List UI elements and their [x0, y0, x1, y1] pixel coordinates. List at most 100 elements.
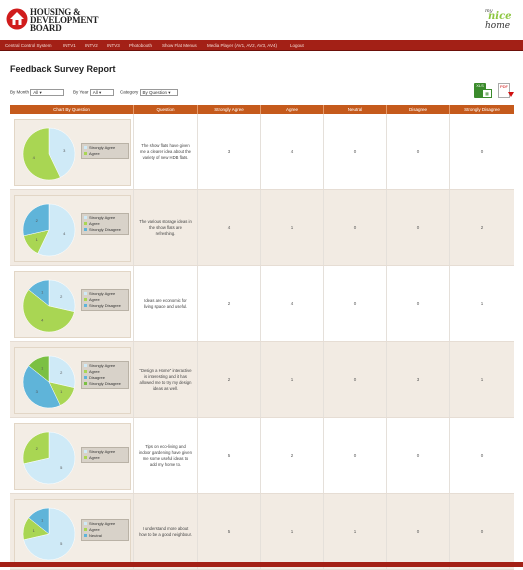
chart-legend: Strongly Agree Agree: [81, 143, 129, 159]
logo-line-3: BOARD: [30, 23, 62, 33]
disagree-count: 0: [416, 301, 420, 306]
category-select[interactable]: By Question ▾: [139, 89, 178, 96]
month-filter: By Month All ▾: [10, 89, 65, 96]
legend-label: Disagree: [89, 375, 106, 380]
disagree-count-cell: 0: [387, 494, 450, 569]
legend-label: Strongly Agree: [89, 215, 116, 220]
question-cell: The various storage ideas in the show fl…: [134, 190, 198, 265]
strongly-disagree-count-cell: 1: [450, 266, 514, 341]
strongly-agree-count-cell: 4: [198, 190, 261, 265]
agree-count-cell: 4: [261, 114, 324, 189]
nav-show-flat-menus[interactable]: Show Flat Menus: [162, 40, 197, 51]
pie-chart-box: 5 1 1 Strongly Agree Agree Neutral: [14, 499, 131, 566]
table-header: Chart By Question Question Strongly Agre…: [10, 105, 514, 114]
strongly-disagree-count: 0: [480, 453, 484, 458]
legend-label: Agree: [89, 455, 100, 460]
col-question: Question: [134, 105, 198, 114]
pie-chart: 412: [22, 203, 76, 257]
disagree-count: 0: [416, 225, 420, 230]
nav-logout[interactable]: Logout: [290, 40, 304, 51]
legend-label: Strongly Agree: [89, 363, 116, 368]
strongly-agree-count-cell: 2: [198, 266, 261, 341]
strongly-disagree-count: 1: [480, 301, 484, 306]
agree-count-cell: 2: [261, 418, 324, 493]
neutral-count: 0: [353, 301, 357, 306]
legend-item: Strongly Disagree: [84, 227, 126, 233]
disagree-count-cell: 0: [387, 266, 450, 341]
nav-photobooth[interactable]: Photobooth: [129, 40, 152, 51]
table-row: 4 1 2 Strongly Agree Agree Strongly Disagree T…: [10, 190, 514, 266]
legend-swatch: [84, 382, 87, 386]
question-text: Tips on eco-living and indoor gardening …: [139, 443, 192, 467]
page-title: Feedback Survey Report: [10, 64, 116, 74]
strongly-agree-count-cell: 5: [198, 494, 261, 569]
strongly-disagree-count: 0: [480, 529, 484, 534]
col-agree: Agree: [261, 105, 324, 114]
neutral-count-cell: 0: [324, 418, 387, 493]
legend-label: Strongly Agree: [89, 145, 116, 150]
legend-swatch: [84, 364, 87, 368]
neutral-count: 0: [353, 149, 357, 154]
strongly-disagree-count-cell: 2: [450, 190, 514, 265]
agree-count: 1: [290, 225, 294, 230]
col-disagree: Disagree: [387, 105, 450, 114]
legend-label: Agree: [89, 221, 100, 226]
legend-swatch: [84, 152, 87, 156]
table-row: 5 1 1 Strongly Agree Agree Neutral I understan…: [10, 494, 514, 570]
bottom-bar: [0, 562, 523, 567]
neutral-count: 0: [353, 225, 357, 230]
year-select[interactable]: All ▾: [89, 89, 114, 96]
nav-media-player[interactable]: Media Player (AV1, AV2, AV3, AV4): [207, 40, 277, 51]
pie-chart-box: 5 2 Strongly Agree Agree: [14, 423, 131, 490]
hdb-logo-text: HOUSING & DEVELOPMENT BOARD: [30, 8, 99, 33]
disagree-count-cell: 0: [387, 114, 450, 189]
question-text: The various storage ideas in the show fl…: [139, 218, 192, 236]
download-arrow-icon: [508, 92, 514, 97]
question-text: I understand more about how to be a good…: [139, 525, 192, 537]
strongly-agree-count: 2: [227, 377, 231, 382]
table-row: 5 2 Strongly Agree Agree Tips on eco-living …: [10, 418, 514, 494]
chart-cell: 4 1 2 Strongly Agree Agree Strongly Disagree: [10, 190, 134, 265]
category-filter-label: Category: [120, 89, 139, 95]
legend-swatch: [84, 370, 87, 374]
legend-label: Strongly Agree: [89, 449, 116, 454]
export-icons: XLS ▦ PDF: [474, 83, 516, 101]
legend-item: Agree: [84, 151, 126, 157]
chart-cell: 2 1 3 1 Strongly Agree Agree Disagree Strongly …: [10, 342, 134, 417]
nav-intv1[interactable]: INTV1: [63, 40, 76, 51]
question-cell: I understand more about how to be a good…: [134, 494, 198, 569]
pie-chart-box: 2 4 1 Strongly Agree Agree Strongly Disagree: [14, 271, 131, 338]
question-cell: "Design a Home" interactive is interesti…: [134, 342, 198, 417]
neutral-count: 0: [353, 453, 357, 458]
month-select[interactable]: All ▾: [30, 89, 65, 96]
table-row: 3 4 Strongly Agree Agree The show flats have…: [10, 114, 514, 190]
strongly-disagree-count-cell: 0: [450, 418, 514, 493]
chart-legend: Strongly Agree Agree Strongly Disagree: [81, 289, 129, 311]
legend-swatch: [84, 228, 87, 232]
month-filter-label: By Month: [10, 89, 30, 95]
nav-intv3[interactable]: INTV3: [107, 40, 120, 51]
nav-central-control-system[interactable]: Central Control System: [5, 40, 52, 51]
category-select-value: By Question: [142, 90, 168, 95]
legend-swatch: [84, 522, 87, 526]
disagree-count: 0: [416, 529, 420, 534]
excel-sheet-icon: ▦: [482, 89, 492, 98]
neutral-count: 0: [353, 377, 357, 382]
chart-legend: Strongly Agree Agree Strongly Disagree: [81, 213, 129, 235]
legend-swatch: [84, 528, 87, 532]
neutral-count-cell: 0: [324, 266, 387, 341]
strongly-disagree-count-cell: 0: [450, 114, 514, 189]
month-select-value: All: [33, 90, 39, 95]
excel-label: XLS: [476, 83, 484, 88]
pdf-label: PDF: [500, 84, 508, 89]
chart-legend: Strongly Agree Agree Disagree Strongly Disa…: [81, 361, 129, 389]
neutral-count-cell: 1: [324, 494, 387, 569]
chart-cell: 2 4 1 Strongly Agree Agree Strongly Disagree: [10, 266, 134, 341]
legend-label: Agree: [89, 151, 100, 156]
legend-swatch: [84, 216, 87, 220]
hdb-logo-icon: [6, 8, 28, 30]
legend-item: Neutral: [84, 533, 126, 539]
neutral-count-cell: 0: [324, 190, 387, 265]
legend-item: Agree: [84, 455, 126, 461]
nav-intv2[interactable]: INTV2: [85, 40, 98, 51]
